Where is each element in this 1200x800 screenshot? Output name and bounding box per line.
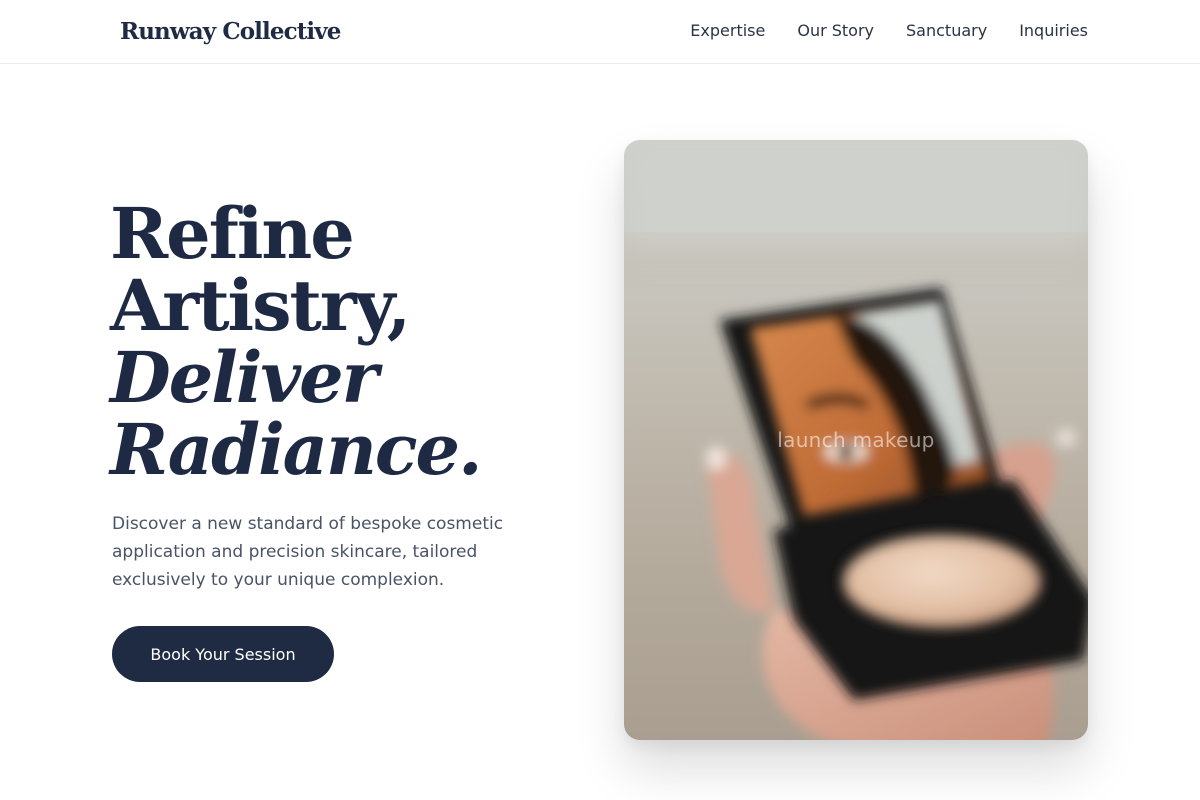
book-session-button[interactable]: Book Your Session: [112, 626, 334, 682]
nav-link-sanctuary[interactable]: Sanctuary: [906, 20, 987, 42]
site-header: Runway Collective Expertise Our Story Sa…: [0, 0, 1200, 64]
hero-title-line-1: Refine: [110, 192, 355, 275]
brand-logo[interactable]: Runway Collective: [120, 16, 341, 48]
hero-title-line-4: Radiance.: [110, 408, 482, 491]
nav-link-our-story[interactable]: Our Story: [797, 20, 874, 42]
hero-description: Discover a new standard of bespoke cosme…: [112, 514, 504, 590]
hero-title-line-3: Deliver: [110, 336, 379, 419]
nav-link-inquiries[interactable]: Inquiries: [1019, 20, 1088, 42]
hero-title-line-2: Artistry,: [110, 264, 411, 347]
hero-image: launch makeup: [624, 140, 1088, 740]
hero-title: Refine Artistry, Deliver Radiance.: [110, 192, 482, 491]
nav-link-expertise[interactable]: Expertise: [690, 20, 765, 42]
hero-image-alt-text: launch makeup: [777, 428, 935, 452]
main-nav: Expertise Our Story Sanctuary Inquiries: [690, 20, 1088, 42]
